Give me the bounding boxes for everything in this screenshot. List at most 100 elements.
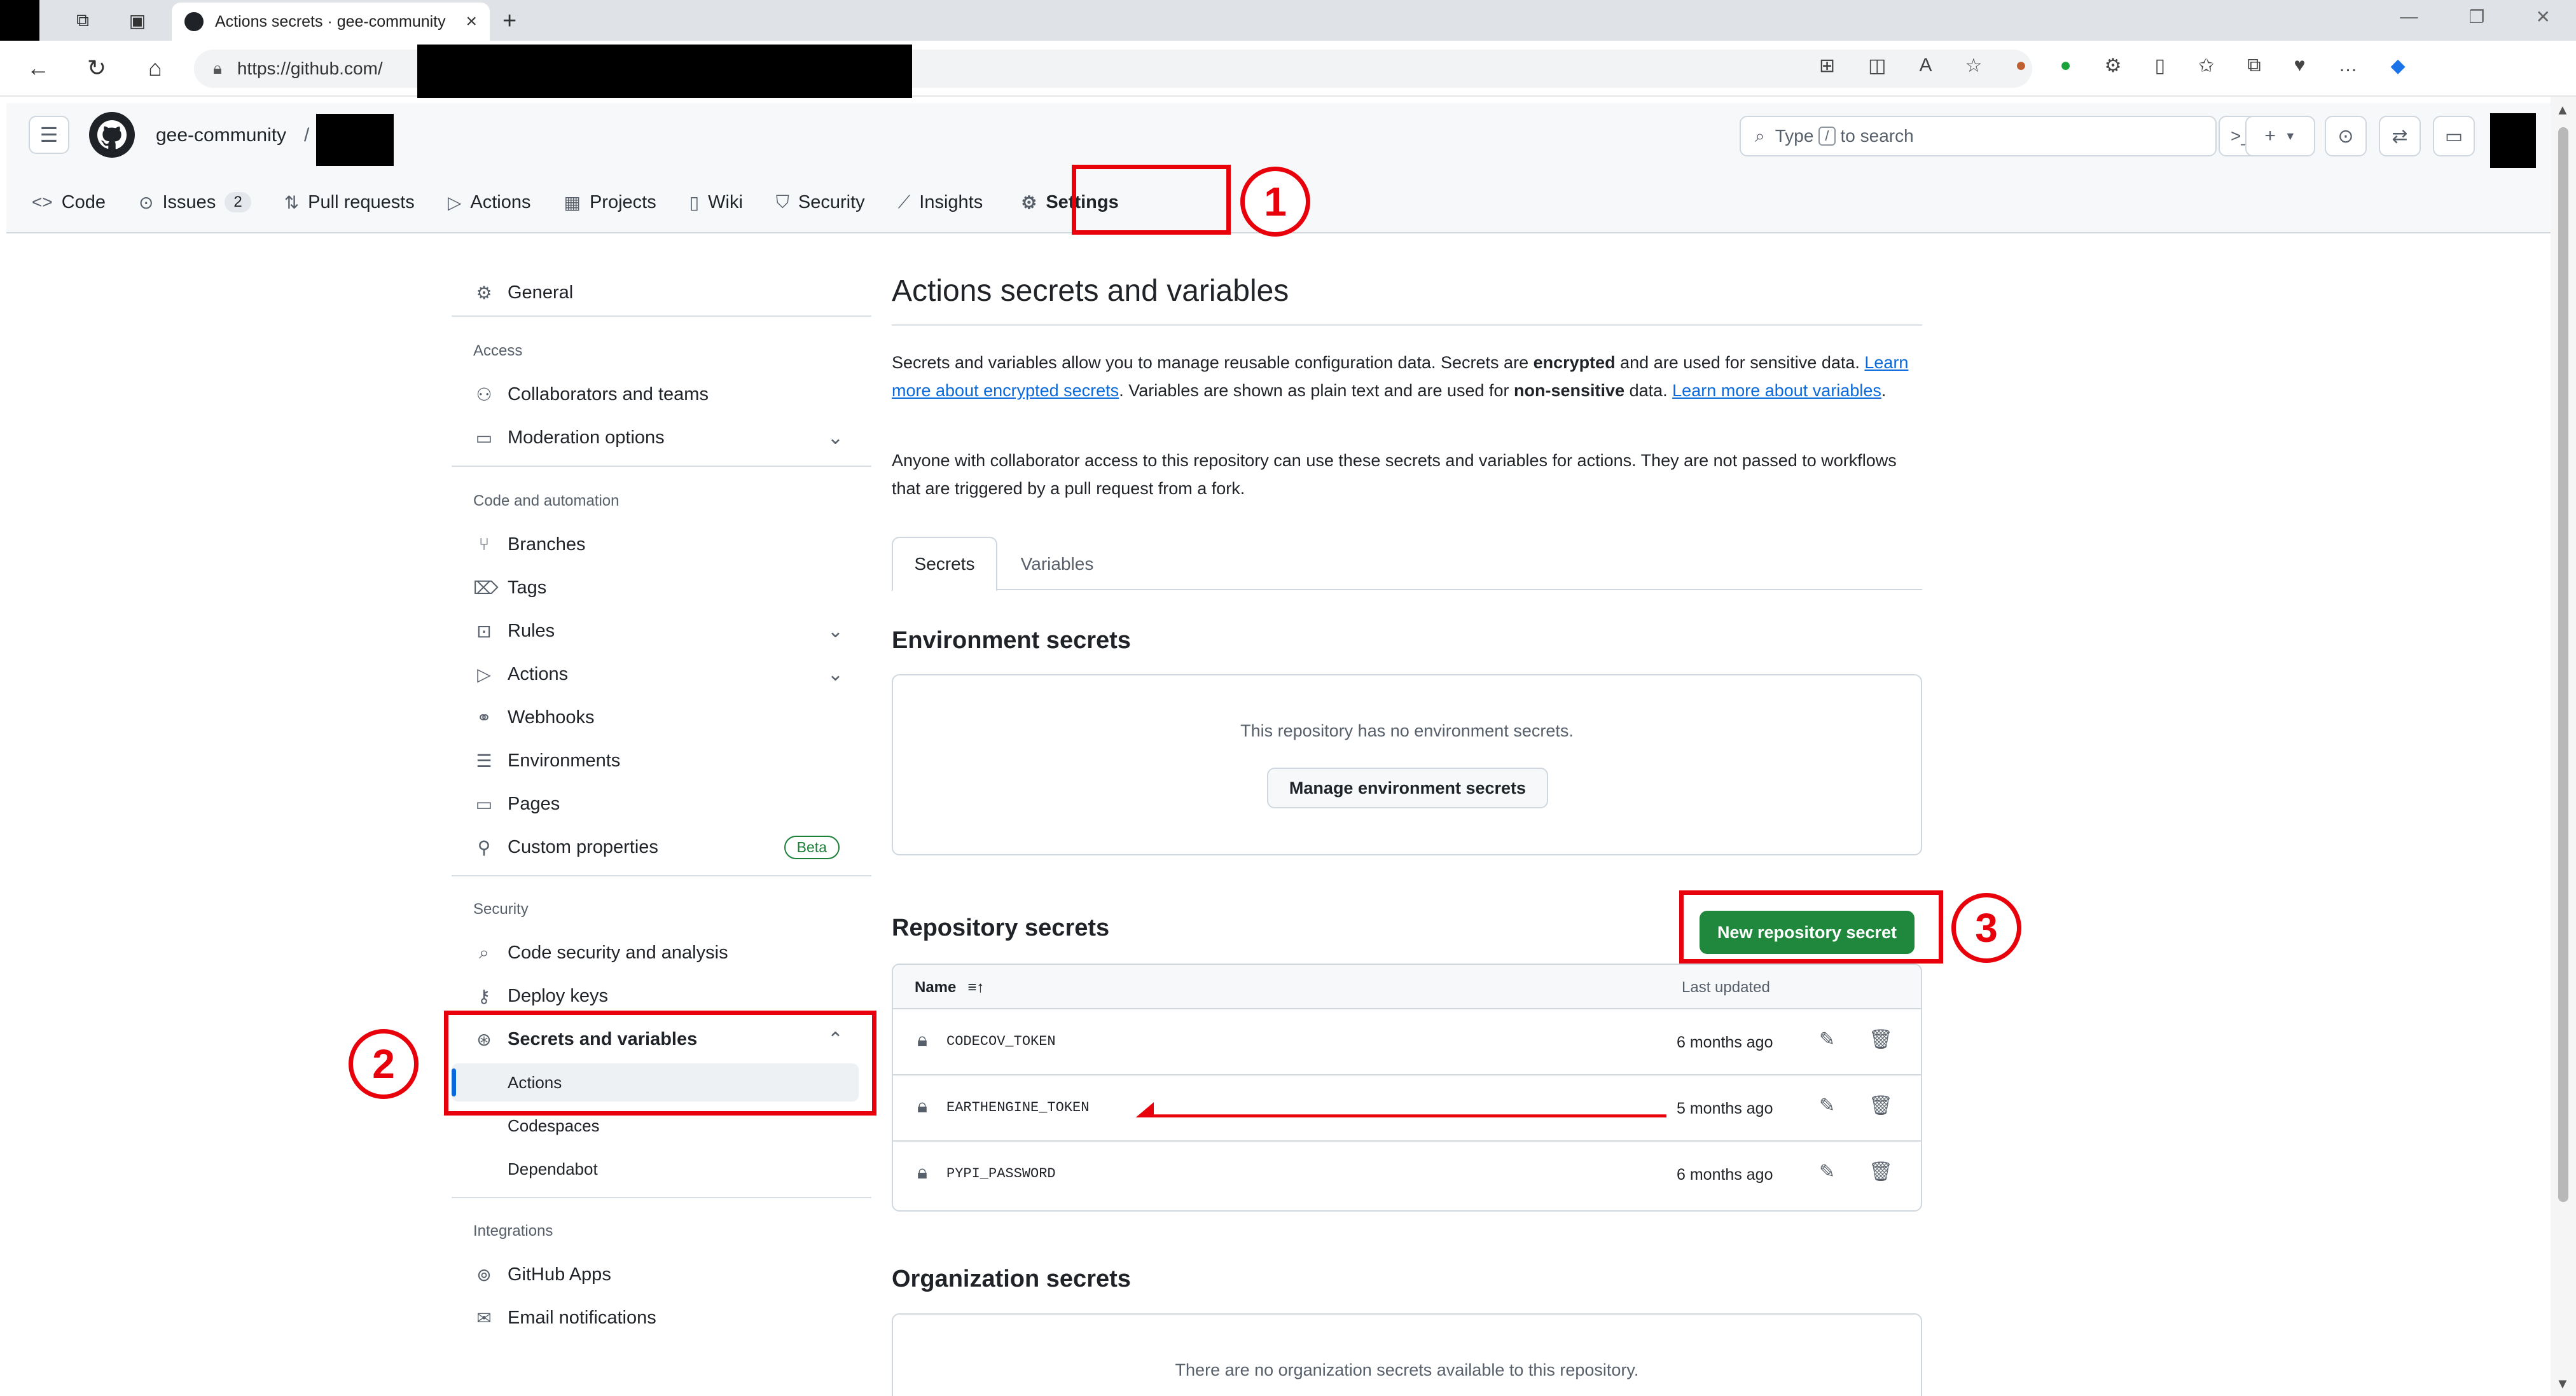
intro-text: . xyxy=(1881,381,1887,400)
shopping-icon[interactable]: ◫ xyxy=(1868,55,1886,77)
repo-tab-actions[interactable]: ▷ Actions xyxy=(448,192,531,213)
collections-icon[interactable]: ⧉ xyxy=(2247,55,2261,77)
graph-icon: ⟋ xyxy=(897,191,911,212)
repo-nav: <> Code ⊙ Issues 2 ⇅ Pull requests ▷ Act… xyxy=(32,183,1152,221)
intro-text: data. xyxy=(1624,381,1673,400)
server-icon: ☰ xyxy=(476,750,492,771)
extensions-puzzle-icon[interactable]: ⚙ xyxy=(2105,55,2122,77)
secret-name: PYPI_PASSWORD xyxy=(946,1166,1056,1182)
chevron-down-icon: ⌄ xyxy=(827,663,843,685)
scroll-thumb[interactable] xyxy=(2558,127,2568,1202)
repo-tab-label: Insights xyxy=(919,191,983,212)
sidebar-item-rules[interactable]: ⊡ Rules ⌄ xyxy=(452,612,859,650)
sidebar-item-label: Webhooks xyxy=(508,707,595,728)
repo-owner-link[interactable]: gee-community xyxy=(156,125,286,146)
book-icon: ▯ xyxy=(689,192,700,212)
repo-tab-label: Pull requests xyxy=(308,191,415,212)
hamburger-menu-icon[interactable]: ☰ xyxy=(29,116,69,154)
sidebar-item-actions[interactable]: ▷ Actions ⌄ xyxy=(452,655,859,693)
tag-icon: ⌦ xyxy=(473,577,499,598)
trash-icon[interactable]: 🗑︎ xyxy=(1869,1095,1893,1117)
sidebar-item-label: Deploy keys xyxy=(508,985,608,1006)
performance-icon[interactable]: ♥ xyxy=(2294,55,2306,77)
github-logo-icon[interactable] xyxy=(89,112,135,158)
sidebar-item-label: Pages xyxy=(508,793,560,814)
search-input[interactable]: ⌕ Type / to search >_ xyxy=(1740,116,2263,156)
home-icon[interactable]: ⌂ xyxy=(140,55,170,81)
tab-close-icon[interactable]: × xyxy=(466,11,477,32)
key-icon: ⚷ xyxy=(477,986,491,1006)
tab-secrets[interactable]: Secrets xyxy=(892,537,997,591)
tab-variables[interactable]: Variables xyxy=(1019,537,1095,591)
split-screen-icon[interactable]: ▯ xyxy=(2155,55,2166,77)
manage-environment-secrets-button[interactable]: Manage environment secrets xyxy=(1267,768,1548,808)
browser-tab-active[interactable]: Actions secrets · gee-community × xyxy=(172,3,490,41)
sidebar-item-custom-properties[interactable]: ⚲ Custom properties Beta xyxy=(452,828,859,866)
new-tab-button[interactable]: + xyxy=(502,8,516,35)
sidebar-item-code-security[interactable]: ⌕ Code security and analysis xyxy=(452,934,859,972)
create-new-button[interactable]: + ▼ xyxy=(2245,116,2315,156)
sidebar-item-collaborators[interactable]: ⚇ Collaborators and teams xyxy=(452,375,859,413)
inbox-icon[interactable]: ▭ xyxy=(2433,116,2475,156)
more-menu-icon[interactable]: … xyxy=(2338,55,2357,77)
sidebar-item-deploy-keys[interactable]: ⚷ Deploy keys xyxy=(452,977,859,1015)
sidebar-subitem-dependabot[interactable]: Dependabot xyxy=(452,1150,859,1188)
scroll-up-icon[interactable]: ▲ xyxy=(2556,102,2570,118)
scroll-down-icon[interactable]: ▼ xyxy=(2556,1376,2570,1392)
copilot-icon[interactable]: ◆ xyxy=(2390,55,2405,77)
repo-tab-pull-requests[interactable]: ⇅ Pull requests xyxy=(284,192,415,213)
repo-tab-projects[interactable]: ▦ Projects xyxy=(564,192,656,213)
learn-more-variables-link[interactable]: Learn more about variables xyxy=(1672,381,1881,400)
sidebar-item-tags[interactable]: ⌦ Tags xyxy=(452,569,859,607)
sidebar-item-moderation[interactable]: ▭ Moderation options ⌄ xyxy=(452,418,859,457)
sidebar-item-branches[interactable]: ⑂ Branches xyxy=(452,525,859,563)
sidebar-item-pages[interactable]: ▭ Pages xyxy=(452,785,859,823)
sidebar-item-general[interactable]: ⚙ General xyxy=(452,273,859,312)
extension-check-icon[interactable]: ● xyxy=(2060,55,2072,77)
back-arrow-icon[interactable]: ← xyxy=(23,55,53,81)
secret-name: CODECOV_TOKEN xyxy=(946,1033,1056,1049)
search-icon: ⌕ xyxy=(1755,125,1765,146)
extension-avatar-icon[interactable]: ● xyxy=(2015,55,2026,77)
pencil-icon[interactable]: ✎ xyxy=(1819,1095,1835,1117)
repo-path-separator: / xyxy=(304,125,310,146)
sidebar-item-github-apps[interactable]: ⊚ GitHub Apps xyxy=(452,1255,859,1294)
title-divider xyxy=(892,324,1922,326)
close-window-icon[interactable]: ✕ xyxy=(2536,6,2551,27)
app-available-icon[interactable]: ⊞ xyxy=(1819,55,1835,77)
secret-updated: 6 months ago xyxy=(1677,1166,1773,1184)
restore-icon[interactable]: ❐ xyxy=(2469,6,2484,27)
issues-icon[interactable]: ⊙ xyxy=(2325,116,2367,156)
search-placeholder-post: to search xyxy=(1840,126,1914,146)
minimize-icon[interactable]: — xyxy=(2400,6,2418,27)
intro-text: and are used for sensitive data. xyxy=(1615,353,1865,372)
sidebar-item-webhooks[interactable]: ⚭ Webhooks xyxy=(452,698,859,736)
repo-tab-wiki[interactable]: ▯ Wiki xyxy=(689,192,743,213)
tab-actions-icon[interactable]: ▣ xyxy=(126,9,149,32)
repo-tab-security[interactable]: ⛉ Security xyxy=(776,192,865,213)
pencil-icon[interactable]: ✎ xyxy=(1819,1161,1835,1183)
repo-tab-insights[interactable]: ⟋ Insights xyxy=(898,192,983,213)
favorite-star-icon[interactable]: ☆ xyxy=(1965,55,1983,77)
repo-tab-label: Wiki xyxy=(708,191,743,212)
repo-tab-issues[interactable]: ⊙ Issues 2 xyxy=(139,192,251,213)
repo-tab-code[interactable]: <> Code xyxy=(32,192,106,213)
avatar[interactable] xyxy=(2490,113,2536,168)
trash-icon[interactable]: 🗑︎ xyxy=(1869,1028,1893,1051)
sidebar-item-environments[interactable]: ☰ Environments xyxy=(452,742,859,780)
refresh-icon[interactable]: ↻ xyxy=(81,55,112,81)
trash-icon[interactable]: 🗑︎ xyxy=(1869,1161,1893,1183)
pull-requests-icon[interactable]: ⇄ xyxy=(2379,116,2421,156)
page-scrollbar[interactable]: ▲ ▼ xyxy=(2551,97,2576,1396)
name-column-header[interactable]: Name ≡↑ xyxy=(915,979,984,997)
issues-counter: 2 xyxy=(225,192,251,212)
gear-icon: ⚙ xyxy=(1021,192,1037,212)
sidebar-item-email-notifications[interactable]: ✉ Email notifications xyxy=(452,1299,859,1337)
table-row: 🔒︎ PYPI_PASSWORD 6 months ago ✎ 🗑︎ xyxy=(893,1142,1921,1208)
favorites-icon[interactable]: ✩ xyxy=(2198,55,2214,77)
annotation-box-secrets-sidebar xyxy=(444,1011,876,1116)
workspaces-icon[interactable]: ⧉ xyxy=(71,9,94,32)
read-aloud-icon[interactable]: A xyxy=(1920,55,1932,77)
pencil-icon[interactable]: ✎ xyxy=(1819,1028,1835,1051)
annotation-arrow xyxy=(1135,1102,1666,1117)
